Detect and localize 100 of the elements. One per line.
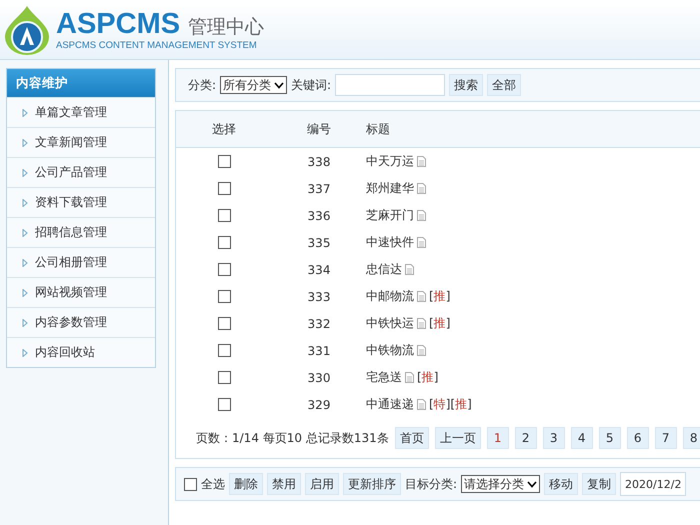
- column-header: 编号: [307, 120, 331, 138]
- action-button[interactable]: 禁用: [267, 473, 301, 495]
- caret-icon: [22, 258, 28, 266]
- target-category-label: 目标分类:: [405, 476, 458, 492]
- page-summary: 页数：1/14 每页10 总记录数131条: [196, 430, 389, 446]
- title-link[interactable]: 中邮物流: [366, 288, 414, 305]
- title-link[interactable]: 中通速递: [366, 396, 414, 413]
- sidebar-item[interactable]: 资料下载管理: [7, 187, 155, 217]
- row-checkbox[interactable]: [218, 398, 230, 411]
- document-icon: [405, 372, 414, 383]
- show-all-button[interactable]: 全部: [487, 74, 522, 96]
- logo-icon: [4, 4, 50, 54]
- row-checkbox[interactable]: [218, 344, 230, 357]
- document-icon: [417, 237, 426, 248]
- page-button[interactable]: 2: [514, 427, 537, 449]
- caret-icon: [22, 318, 28, 326]
- sidebar-item[interactable]: 文章新闻管理: [7, 127, 155, 157]
- document-icon: [417, 156, 426, 167]
- row-checkbox[interactable]: [218, 182, 230, 195]
- copy-button[interactable]: 复制: [582, 473, 616, 495]
- target-category-select[interactable]: 请选择分类: [461, 475, 540, 493]
- brand-subtitle: ASPCMS CONTENT MANAGEMENT SYSTEM: [56, 40, 258, 50]
- document-icon: [417, 318, 426, 329]
- tag-label: [特][推]: [429, 396, 472, 413]
- row-checkbox[interactable]: [218, 236, 230, 249]
- action-button[interactable]: 更新排序: [343, 473, 401, 495]
- id-cell: 334: [308, 262, 330, 276]
- move-button[interactable]: 移动: [544, 473, 578, 495]
- title-link[interactable]: 中天万运: [366, 153, 414, 170]
- id-cell: 331: [308, 344, 330, 358]
- tag-label: [推]: [429, 315, 450, 332]
- id-cell: 329: [308, 398, 330, 412]
- id-cell: 337: [308, 182, 330, 196]
- title-link[interactable]: 中铁快运: [366, 315, 414, 332]
- row-checkbox[interactable]: [218, 290, 230, 303]
- caret-icon: [22, 108, 28, 116]
- select-all-label: 全选: [201, 476, 225, 492]
- title-link[interactable]: 芝麻开门: [366, 207, 414, 224]
- first-page-button[interactable]: 首页: [394, 427, 429, 449]
- header-title: 管理中心: [188, 14, 264, 40]
- page-button[interactable]: 8: [682, 427, 700, 449]
- chevron-down-icon: [527, 480, 538, 488]
- title-link[interactable]: 宅急送: [366, 369, 402, 386]
- id-cell: 332: [308, 316, 330, 330]
- date-field[interactable]: 2020/12/2: [620, 472, 686, 496]
- document-icon: [417, 345, 426, 356]
- document-icon: [417, 183, 426, 194]
- sidebar-item[interactable]: 招聘信息管理: [7, 217, 155, 247]
- id-cell: 333: [308, 290, 330, 304]
- sidebar-item[interactable]: 公司相册管理: [7, 247, 155, 277]
- row-checkbox[interactable]: [218, 155, 230, 168]
- tag-label: [推]: [429, 288, 450, 305]
- title-link[interactable]: 忠信达: [366, 261, 402, 278]
- document-icon: [417, 399, 426, 410]
- page-button[interactable]: 4: [570, 427, 593, 449]
- id-cell: 336: [308, 208, 330, 222]
- category-select[interactable]: 所有分类: [220, 76, 288, 94]
- page-button[interactable]: 1: [486, 427, 509, 449]
- row-checkbox[interactable]: [218, 317, 230, 330]
- id-cell: 335: [308, 236, 330, 250]
- sidebar-item[interactable]: 网站视频管理: [7, 277, 155, 307]
- document-icon: [417, 291, 426, 302]
- action-button[interactable]: 删除: [229, 473, 263, 495]
- caret-icon: [22, 168, 28, 176]
- sidebar-item[interactable]: 单篇文章管理: [7, 97, 155, 127]
- id-cell: 330: [308, 370, 330, 384]
- select-all-checkbox[interactable]: [184, 478, 197, 490]
- row-checkbox[interactable]: [218, 209, 230, 222]
- caret-icon: [22, 138, 28, 146]
- page-button[interactable]: 5: [598, 427, 621, 449]
- sidebar-item[interactable]: 内容参数管理: [7, 307, 155, 337]
- column-header: 选择: [212, 120, 236, 138]
- caret-icon: [22, 198, 28, 206]
- row-checkbox[interactable]: [218, 371, 230, 384]
- keyword-field[interactable]: [335, 74, 446, 96]
- title-link[interactable]: 中速快件: [366, 234, 414, 251]
- sidebar-item[interactable]: 内容回收站: [7, 337, 155, 367]
- id-cell: 338: [308, 154, 330, 168]
- title-link[interactable]: 中铁物流: [366, 342, 414, 359]
- document-icon: [417, 210, 426, 221]
- row-checkbox[interactable]: [218, 263, 230, 276]
- sidebar-title: 内容维护: [7, 69, 155, 97]
- column-header: 标题: [366, 120, 390, 138]
- chevron-down-icon: [274, 82, 284, 88]
- previous-page-button[interactable]: 上一页: [434, 427, 481, 449]
- category-label: 分类:: [188, 76, 216, 94]
- sidebar-item[interactable]: 公司产品管理: [7, 157, 155, 187]
- document-icon: [405, 264, 414, 275]
- caret-icon: [22, 348, 28, 356]
- page-button[interactable]: 6: [626, 427, 649, 449]
- keyword-label: 关键词:: [291, 76, 332, 94]
- title-link[interactable]: 郑州建华: [366, 180, 414, 197]
- tag-label: [推]: [417, 369, 438, 386]
- brand-name: ASPCMS: [56, 8, 180, 38]
- action-button[interactable]: 启用: [305, 473, 339, 495]
- caret-icon: [22, 228, 28, 236]
- search-button[interactable]: 搜索: [449, 74, 484, 96]
- page-button[interactable]: 7: [654, 427, 677, 449]
- caret-icon: [22, 288, 28, 296]
- page-button[interactable]: 3: [542, 427, 565, 449]
